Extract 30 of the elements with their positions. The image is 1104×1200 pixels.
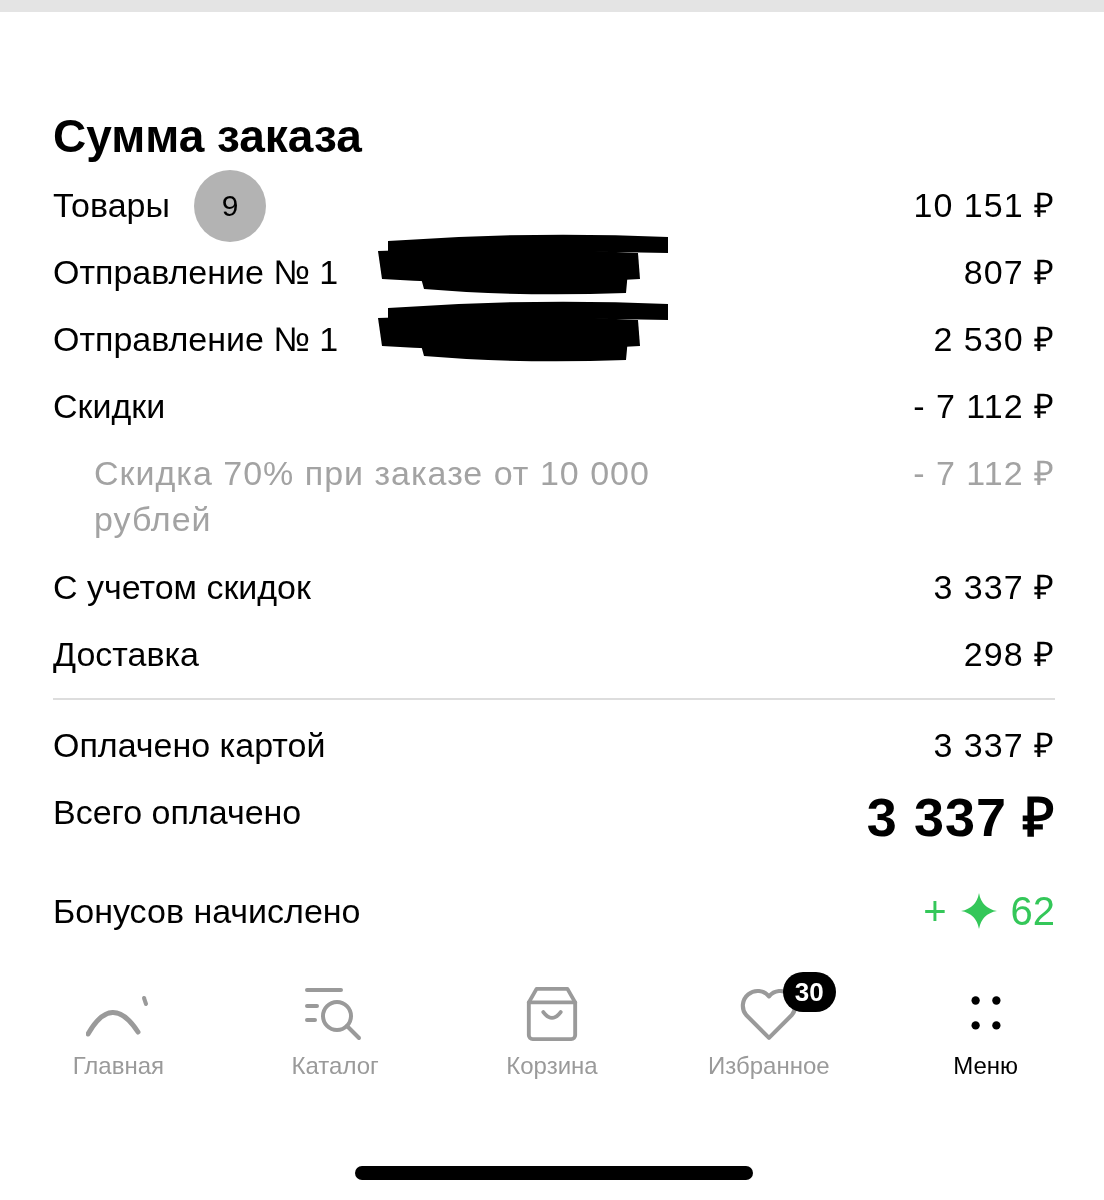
row-amount: 807 ₽ (963, 252, 1055, 293)
tab-button[interactable]: 30 Избранное (668, 970, 869, 1080)
count-badge: 9 (193, 170, 266, 242)
tab-button[interactable]: Корзина (452, 970, 652, 1080)
tab-button[interactable]: Главная (18, 970, 219, 1080)
discount-label: Скидка 70% при заказе от 10 000 рублей (94, 453, 651, 540)
total-amount: 3 337 ₽ (866, 787, 1055, 847)
count-badge: 30 (782, 972, 836, 1012)
plus-sign: + (923, 887, 947, 934)
row-label: Отправление № 1 (53, 319, 339, 360)
row-amount: 298 ₽ (963, 634, 1055, 675)
row-amount: - 7 112 ₽ (913, 386, 1055, 427)
row-label: Доставка (53, 634, 199, 675)
tab-button[interactable]: Меню (885, 970, 1086, 1080)
row-amount: 2 530 ₽ (933, 319, 1055, 360)
bonus-amount: 62 (1010, 887, 1055, 934)
total-label: Всего оплачено (53, 792, 302, 833)
row-label: С учетом скидок (53, 567, 311, 608)
row-amount: 3 337 ₽ (933, 725, 1055, 766)
row-amount: 3 337 ₽ (933, 567, 1055, 608)
row-amount: 10 151 ₽ (913, 185, 1055, 226)
sparkle-icon (960, 892, 997, 929)
bonus-label: Бонусов начислено (53, 890, 361, 932)
row-label: Скидки (53, 386, 166, 427)
row-label: Товары (53, 185, 170, 226)
row-label: Отправление № 1 (53, 252, 339, 293)
order-total-title: Сумма заказа (53, 109, 363, 164)
row-label: Оплачено картой (53, 725, 326, 766)
discount-amount: - 7 112 ₽ (913, 453, 1055, 494)
tab-button[interactable]: Каталог (235, 970, 436, 1080)
